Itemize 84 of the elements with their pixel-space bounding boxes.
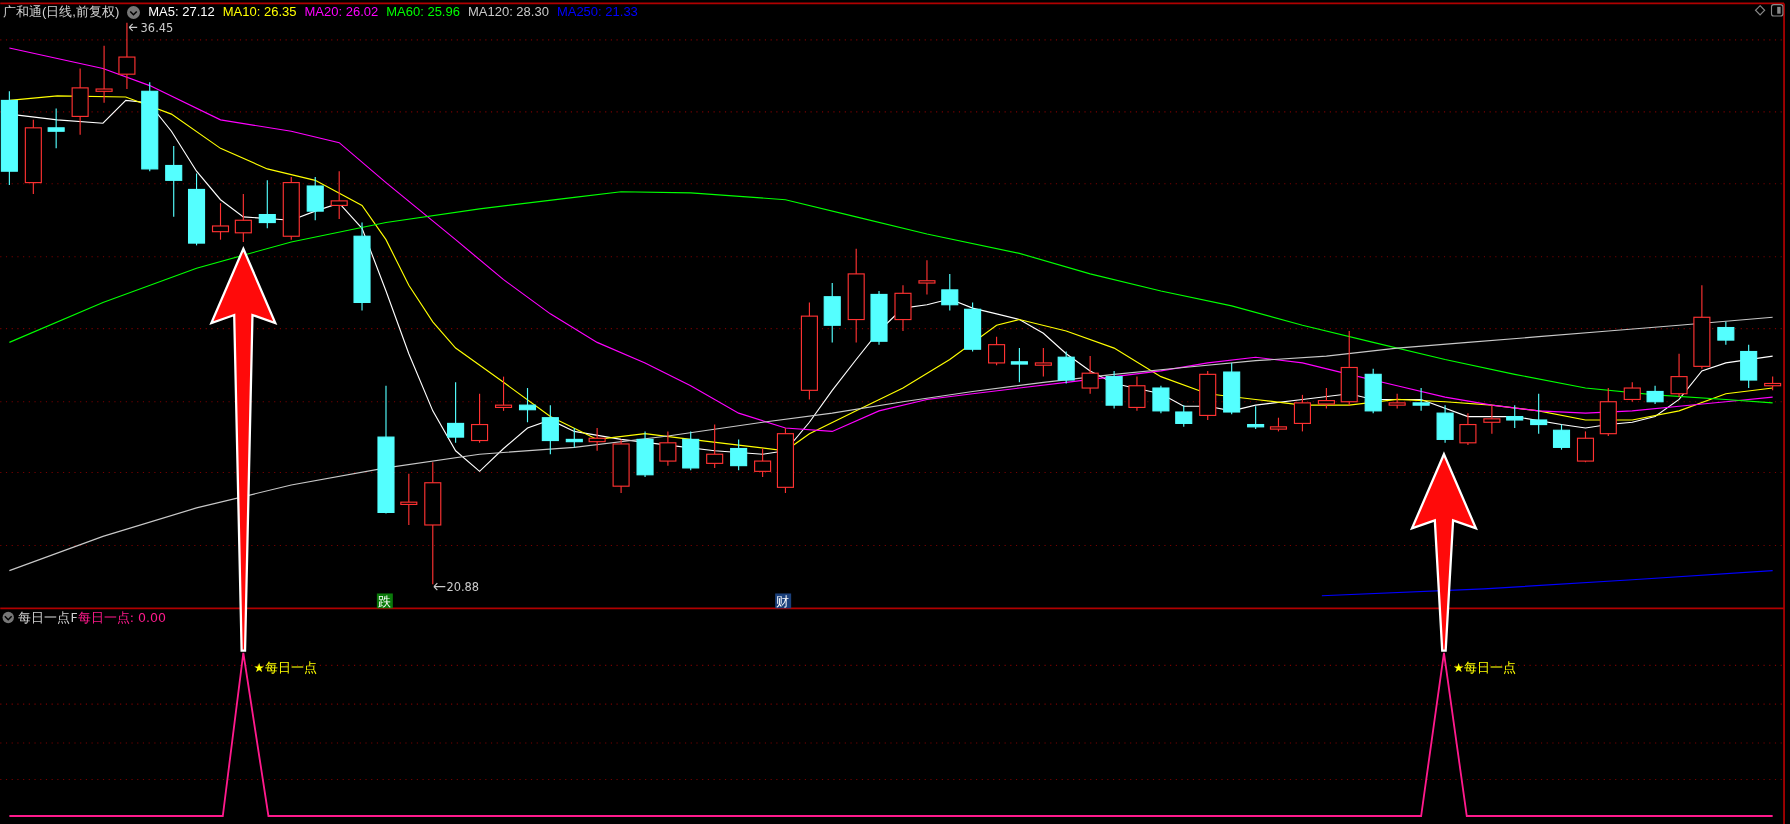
candlestick <box>1483 404 1501 435</box>
candlestick <box>1552 424 1571 451</box>
chart-title: 广和通(日线,前复权) <box>3 4 120 20</box>
candlestick <box>1317 387 1335 410</box>
ma-legend-item: MA10: 26.35 <box>222 4 297 20</box>
candlestick <box>306 176 324 221</box>
candlestick <box>211 202 230 241</box>
candlestick <box>659 430 677 467</box>
candlestick <box>1388 393 1406 410</box>
candlestick <box>118 22 136 90</box>
candlestick <box>95 45 113 104</box>
candlestick <box>71 67 89 136</box>
candlestick <box>1247 405 1265 430</box>
panel-toggle-icon[interactable] <box>1770 4 1784 17</box>
low-price-label: 20.88 <box>446 580 480 595</box>
candlestick <box>941 273 959 311</box>
candlestick <box>1530 393 1548 435</box>
candlestick <box>682 430 700 471</box>
candlestick <box>1269 417 1288 432</box>
candlestick <box>1506 404 1524 429</box>
event-marker[interactable]: 财 <box>775 593 792 609</box>
candlestick <box>754 447 772 478</box>
candlestick <box>1105 370 1123 410</box>
candlestick <box>541 404 559 455</box>
candlestick <box>588 427 606 452</box>
diamond-icon[interactable] <box>1754 4 1766 16</box>
candlestick <box>1764 376 1782 391</box>
dropdown-icon[interactable] <box>127 5 141 19</box>
candlestick <box>870 290 888 346</box>
candlestick <box>234 193 252 243</box>
candlestick <box>730 438 748 471</box>
candlestick <box>1412 387 1430 412</box>
candlestick <box>1223 362 1241 415</box>
signal-label: ★每日一点 <box>1453 660 1517 676</box>
candlestick <box>1436 404 1454 444</box>
candlestick <box>894 284 912 332</box>
candlestick <box>1199 370 1217 421</box>
candlestick <box>400 473 418 526</box>
candlestick <box>518 387 537 423</box>
high-price-marker <box>128 23 138 32</box>
ma-legend-item: MA60: 25.96 <box>386 4 460 20</box>
low-price-marker <box>433 582 446 591</box>
ma-legend-item: MA250: 21.33 <box>556 4 638 20</box>
candlestick <box>1293 394 1311 432</box>
candlestick <box>823 282 841 343</box>
candlestick <box>258 179 276 229</box>
candlestick <box>1459 412 1477 446</box>
candlestick <box>1717 321 1735 346</box>
candlestick <box>495 376 513 412</box>
candlestick <box>47 107 65 149</box>
candlestick <box>1152 385 1170 414</box>
candlestick <box>1057 350 1075 385</box>
signal-label: ★每日一点 <box>253 660 317 676</box>
candlestick <box>1576 430 1595 463</box>
ma-legend-item: MA120: 28.30 <box>467 4 549 20</box>
candlestick <box>1128 376 1146 412</box>
candlestick <box>776 427 794 494</box>
candlestick <box>447 381 465 444</box>
candlestick <box>1081 355 1099 395</box>
candlestick <box>282 176 300 241</box>
candlestick <box>988 336 1006 366</box>
candlestick <box>706 424 724 469</box>
ma-legend-item: MA5: 27.12 <box>148 4 215 20</box>
dropdown-icon[interactable] <box>2 611 14 624</box>
candlestick <box>565 427 583 448</box>
candlestick <box>1010 347 1028 383</box>
candlestick <box>471 393 489 444</box>
candlestick <box>1364 368 1382 414</box>
indicator-name: 每日一点F <box>18 610 78 625</box>
candlestick <box>1670 353 1688 398</box>
indicator-readout: 每日一点: 0.00 <box>77 610 166 625</box>
candlestick <box>1599 387 1617 437</box>
candlestick <box>1034 347 1052 378</box>
candlestick <box>964 301 982 353</box>
high-price-label: 36.45 <box>140 20 174 35</box>
candlestick <box>1623 381 1641 403</box>
candlestick <box>612 438 630 494</box>
candlestick <box>1740 344 1758 389</box>
candlestick <box>1175 404 1193 428</box>
candlestick <box>1646 385 1664 405</box>
ma-legend-item: MA20: 26.02 <box>304 4 379 20</box>
candlestick <box>918 259 936 295</box>
candlestick <box>330 170 348 220</box>
candlestick <box>636 430 654 478</box>
